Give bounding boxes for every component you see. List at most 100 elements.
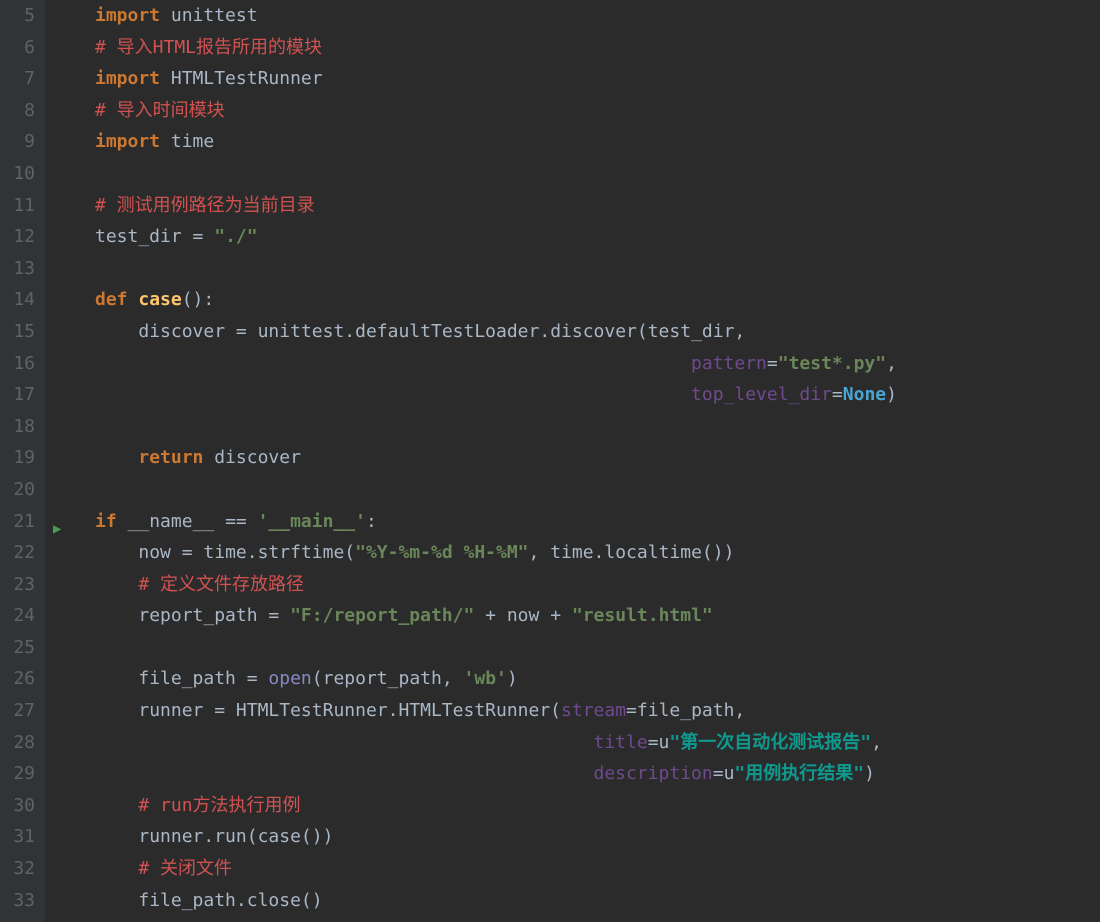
code-token (95, 732, 594, 753)
code-line[interactable]: def case(): (95, 284, 1100, 316)
line-number: 6 (0, 32, 35, 64)
code-line[interactable]: import time (95, 126, 1100, 158)
code-line[interactable]: top_level_dir=None) (95, 379, 1100, 411)
code-token: runner (138, 700, 214, 721)
code-editor[interactable]: 5678910111213141516171819202122232425262… (0, 0, 1100, 922)
code-token: ) (507, 668, 518, 689)
line-number: 7 (0, 63, 35, 95)
run-gutter-icon[interactable]: ▶ (53, 514, 61, 546)
code-line[interactable]: runner = HTMLTestRunner.HTMLTestRunner(s… (95, 695, 1100, 727)
line-number: 19 (0, 442, 35, 474)
line-number: 9 (0, 126, 35, 158)
code-token: time (171, 131, 214, 152)
code-token: # 定义文件存放路径 (138, 574, 304, 595)
code-line[interactable]: report_path = "F:/report_path/" + now + … (95, 600, 1100, 632)
line-number: 30 (0, 790, 35, 822)
code-token: ( (312, 668, 323, 689)
code-token: "result.html" (572, 605, 713, 626)
line-number: 14 (0, 284, 35, 316)
code-line[interactable]: # 导入时间模块 (95, 95, 1100, 127)
code-token: "第一次自动化测试报告" (669, 732, 871, 753)
line-number: 16 (0, 348, 35, 380)
code-token: case (138, 289, 181, 310)
line-number: 27 (0, 695, 35, 727)
code-line[interactable]: title=u"第一次自动化测试报告", (95, 727, 1100, 759)
code-line[interactable] (95, 158, 1100, 190)
code-token (95, 447, 138, 468)
code-token: "./" (214, 226, 257, 247)
code-line[interactable] (95, 474, 1100, 506)
code-token: discover (138, 321, 236, 342)
code-token (95, 542, 138, 563)
code-token (160, 5, 171, 26)
code-token (95, 858, 138, 879)
code-token: = (214, 700, 236, 721)
code-line[interactable]: # 关闭文件 (95, 853, 1100, 885)
code-token: == (225, 511, 258, 532)
code-token (160, 131, 171, 152)
code-line[interactable] (95, 253, 1100, 285)
code-token: def (95, 289, 138, 310)
code-token: file_path (138, 668, 246, 689)
code-token: open (268, 668, 311, 689)
line-number: 11 (0, 190, 35, 222)
line-number: 29 (0, 758, 35, 790)
line-number: 33 (0, 885, 35, 917)
code-token: HTMLTestRunner.HTMLTestRunner( (236, 700, 561, 721)
code-token: u (659, 732, 670, 753)
code-token: title (594, 732, 648, 753)
code-token: "%Y-%m-%d %H-%M" (355, 542, 528, 563)
code-line[interactable]: if __name__ == '__main__': (95, 506, 1100, 538)
code-token: # 测试用例路径为当前目录 (95, 195, 315, 216)
code-token: # 关闭文件 (138, 858, 232, 879)
code-token: '__main__' (258, 511, 366, 532)
code-token (95, 826, 138, 847)
code-token: u (724, 763, 735, 784)
code-token: # run方法执行用例 (138, 795, 300, 816)
code-line[interactable]: discover = unittest.defaultTestLoader.di… (95, 316, 1100, 348)
code-token: test_dir (95, 226, 193, 247)
code-line[interactable]: runner.run(case()) (95, 821, 1100, 853)
code-token: , (442, 668, 464, 689)
code-token: time.strftime( (203, 542, 355, 563)
code-line[interactable]: file_path = open(report_path, 'wb') (95, 663, 1100, 695)
code-line[interactable]: test_dir = "./" (95, 221, 1100, 253)
line-number: 28 (0, 727, 35, 759)
line-number: 18 (0, 411, 35, 443)
code-token (95, 321, 138, 342)
code-line[interactable]: pattern="test*.py", (95, 348, 1100, 380)
code-token: unittest (171, 5, 258, 26)
code-line[interactable] (95, 632, 1100, 664)
code-token: discover (214, 447, 301, 468)
code-line[interactable]: import HTMLTestRunner (95, 63, 1100, 95)
code-token: ) (864, 763, 875, 784)
code-line[interactable]: file_path.close() (95, 885, 1100, 917)
code-line[interactable]: description=u"用例执行结果") (95, 758, 1100, 790)
code-line[interactable]: # 测试用例路径为当前目录 (95, 190, 1100, 222)
code-token: report_path (323, 668, 442, 689)
code-token: , (886, 353, 897, 374)
code-token: = (648, 732, 659, 753)
line-number: 26 (0, 663, 35, 695)
code-token: = (247, 668, 269, 689)
code-line[interactable]: now = time.strftime("%Y-%m-%d %H-%M", ti… (95, 537, 1100, 569)
code-token: , (871, 732, 882, 753)
code-line[interactable] (95, 411, 1100, 443)
code-area[interactable]: import unittest# 导入HTML报告所用的模块import HTM… (95, 0, 1100, 922)
code-line[interactable]: # run方法执行用例 (95, 790, 1100, 822)
code-line[interactable]: return discover (95, 442, 1100, 474)
code-token: None (843, 384, 886, 405)
code-token: 'wb' (464, 668, 507, 689)
code-line[interactable]: # 定义文件存放路径 (95, 569, 1100, 601)
code-token: , (529, 542, 551, 563)
code-token: = (626, 700, 637, 721)
code-token: + (474, 605, 507, 626)
code-token: = (182, 542, 204, 563)
code-line[interactable]: import unittest (95, 0, 1100, 32)
code-token: = (832, 384, 843, 405)
code-line[interactable]: # 导入HTML报告所用的模块 (95, 32, 1100, 64)
line-number: 12 (0, 221, 35, 253)
code-token: = (767, 353, 778, 374)
line-number: 15 (0, 316, 35, 348)
code-token: = (236, 321, 258, 342)
